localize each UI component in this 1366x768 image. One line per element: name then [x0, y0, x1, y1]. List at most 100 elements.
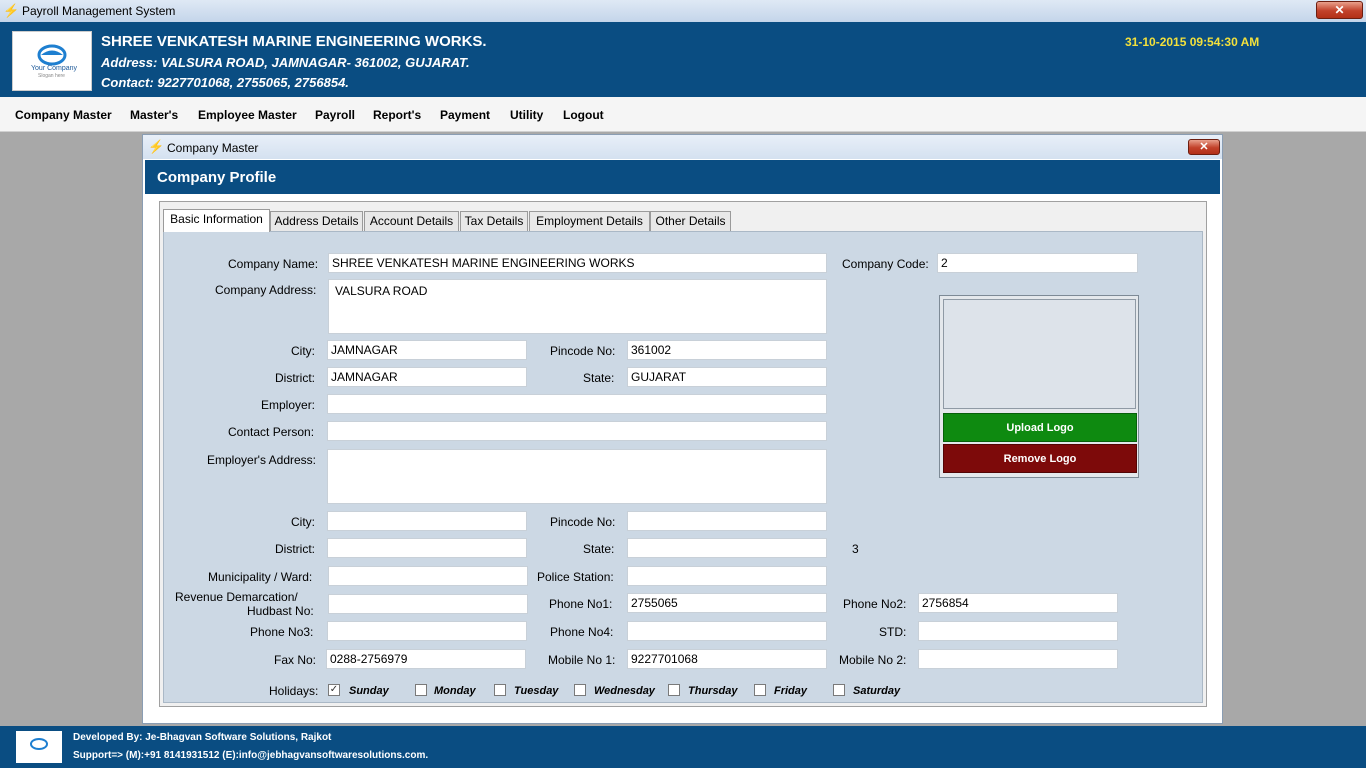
friday-label: Friday — [774, 685, 808, 697]
sunday-label: Sunday — [349, 685, 389, 697]
company-name-label: Company Name: — [228, 257, 319, 271]
phone3-field[interactable] — [327, 621, 527, 641]
app-lightning-icon: ⚡ — [3, 3, 20, 18]
tab-tax-details[interactable]: Tax Details — [460, 211, 528, 231]
window-close-button[interactable]: ✕ — [1316, 1, 1363, 19]
phone3-label: Phone No3: — [250, 625, 314, 639]
emp-state-field[interactable] — [627, 538, 827, 558]
tab-basic-information[interactable]: Basic Information — [163, 209, 270, 232]
std-label: STD: — [879, 625, 907, 639]
city-label: City: — [291, 344, 315, 358]
logo-swirl-icon — [37, 44, 67, 66]
municipality-label: Municipality / Ward: — [208, 570, 313, 584]
phone2-field[interactable]: 2756854 — [918, 593, 1118, 613]
company-code-field[interactable]: 2 — [937, 253, 1138, 273]
tuesday-label: Tuesday — [514, 685, 559, 697]
phone4-label: Phone No4: — [550, 625, 614, 639]
remove-logo-button[interactable]: Remove Logo — [943, 444, 1137, 473]
saturday-checkbox[interactable] — [833, 684, 845, 696]
police-station-field[interactable] — [627, 566, 827, 586]
phone4-field[interactable] — [627, 621, 827, 641]
wednesday-checkbox[interactable] — [574, 684, 586, 696]
thursday-checkbox[interactable] — [668, 684, 680, 696]
child-titlebar: ⚡ Company Master ✕ — [143, 135, 1222, 159]
tab-employment-details[interactable]: Employment Details — [529, 211, 650, 231]
pincode-label: Pincode No: — [550, 344, 616, 358]
municipality-field[interactable] — [328, 566, 528, 586]
company-address-field[interactable]: VALSURA ROAD — [328, 279, 827, 334]
menu-employee-master[interactable]: Employee Master — [198, 108, 297, 122]
mobile2-field[interactable] — [918, 649, 1118, 669]
contact-person-label: Contact Person: — [228, 425, 315, 439]
footer-logo-swirl-icon — [30, 738, 48, 750]
thursday-label: Thursday — [688, 685, 738, 697]
company-master-window: ⚡ Company Master ✕ Company Profile Basic… — [142, 134, 1223, 724]
state-label: State: — [583, 371, 615, 385]
profile-title: Company Profile — [157, 169, 277, 186]
window-titlebar: ⚡ Payroll Management System — [0, 0, 1366, 23]
contact-person-field[interactable] — [327, 421, 827, 441]
saturday-label: Saturday — [853, 685, 901, 697]
upload-logo-button[interactable]: Upload Logo — [943, 413, 1137, 442]
developed-by-text: Developed By: Je-Bhagvan Software Soluti… — [73, 732, 332, 743]
mobile1-label: Mobile No 1: — [548, 653, 616, 667]
menu-logout[interactable]: Logout — [563, 108, 604, 122]
std-field[interactable] — [918, 621, 1118, 641]
friday-checkbox[interactable] — [754, 684, 766, 696]
emp-pincode-label: Pincode No: — [550, 515, 616, 529]
state-field[interactable]: GUJARAT — [627, 367, 827, 387]
menu-utility[interactable]: Utility — [510, 108, 543, 122]
tab-address-details[interactable]: Address Details — [270, 211, 363, 231]
logo-text: Your Company — [31, 65, 78, 72]
child-window-title: Company Master — [167, 141, 259, 155]
company-code-label: Company Code: — [842, 257, 929, 271]
employer-label: Employer: — [261, 398, 316, 412]
revenue-field[interactable] — [328, 594, 528, 614]
footer-logo — [16, 731, 62, 763]
company-name-field[interactable]: SHREE VENKATESH MARINE ENGINEERING WORKS — [328, 253, 827, 273]
pincode-field[interactable]: 361002 — [627, 340, 827, 360]
phone2-label: Phone No2: — [843, 597, 907, 611]
child-close-button[interactable]: ✕ — [1188, 139, 1220, 155]
menu-masters[interactable]: Master's — [130, 108, 178, 122]
company-logo: Your Company Slogan here — [12, 31, 92, 91]
city-field[interactable]: JAMNAGAR — [327, 340, 527, 360]
emp-district-label: District: — [275, 542, 315, 556]
menu-payment[interactable]: Payment — [440, 108, 490, 122]
emp-district-field[interactable] — [327, 538, 527, 558]
child-lightning-icon: ⚡ — [148, 139, 165, 154]
company-address-label: Company Address: — [215, 283, 317, 297]
revenue-label-line1: Revenue Demarcation/ — [175, 590, 298, 604]
datetime-display: 31-10-2015 09:54:30 AM — [1125, 35, 1260, 49]
tab-account-details[interactable]: Account Details — [364, 211, 459, 231]
monday-label: Monday — [434, 685, 476, 697]
emp-city-field[interactable] — [327, 511, 527, 531]
company-address-line: Address: VALSURA ROAD, JAMNAGAR- 361002,… — [101, 55, 470, 70]
mobile2-label: Mobile No 2: — [839, 653, 907, 667]
revenue-label-line2: Hudbast No: — [247, 604, 314, 618]
tab-other-details[interactable]: Other Details — [650, 211, 731, 231]
tuesday-checkbox[interactable] — [494, 684, 506, 696]
employer-field[interactable] — [327, 394, 827, 414]
emp-pincode-field[interactable] — [627, 511, 827, 531]
menu-reports[interactable]: Report's — [373, 108, 421, 122]
holidays-label: Holidays: — [269, 684, 319, 698]
menu-company-master[interactable]: Company Master — [15, 108, 112, 122]
window-title: Payroll Management System — [22, 4, 176, 18]
menu-bar: Company Master Master's Employee Master … — [0, 97, 1366, 132]
fax-label: Fax No: — [274, 653, 317, 667]
mobile1-field[interactable]: 9227701068 — [627, 649, 827, 669]
employer-address-label: Employer's Address: — [207, 453, 317, 467]
logo-tagline: Slogan here — [38, 73, 65, 79]
menu-payroll[interactable]: Payroll — [315, 108, 355, 122]
phone1-field[interactable]: 2755065 — [627, 593, 827, 613]
support-text: Support=> (M):+91 8141931512 (E):info@je… — [73, 750, 429, 761]
employer-address-field[interactable] — [327, 449, 827, 504]
sunday-checkbox[interactable]: ✓ — [328, 684, 340, 696]
company-contact-line: Contact: 9227701068, 2755065, 2756854. — [101, 75, 349, 90]
district-field[interactable]: JAMNAGAR — [327, 367, 527, 387]
fax-field[interactable]: 0288-2756979 — [326, 649, 526, 669]
police-station-label: Police Station: — [537, 570, 614, 584]
profile-header: Company Profile — [145, 160, 1220, 194]
monday-checkbox[interactable] — [415, 684, 427, 696]
